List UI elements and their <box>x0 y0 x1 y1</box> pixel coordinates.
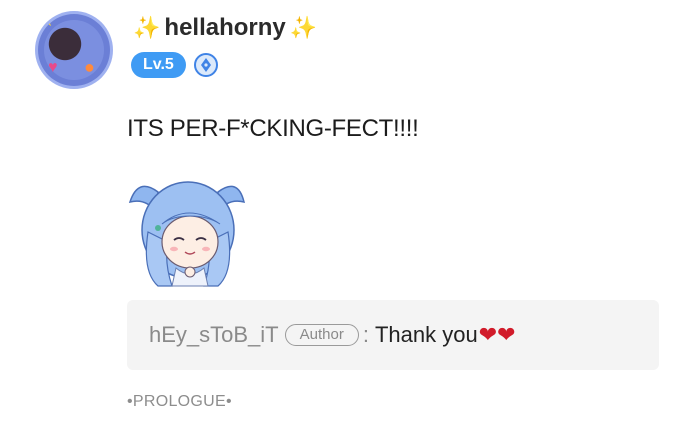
pen-nib-icon-shape <box>200 58 211 72</box>
author-reply[interactable]: hEy_sToB_iT Author : Thank you ❤❤ <box>127 300 659 370</box>
reply-separator: : <box>362 322 369 347</box>
pen-nib-icon[interactable] <box>193 53 218 77</box>
sparkle-icon: ✨ <box>133 15 161 40</box>
heart-icon: ❤❤ <box>478 322 516 347</box>
anime-mermaid-girl-sticker <box>128 181 246 287</box>
reply-username[interactable]: hEy_sToB_iT <box>149 322 279 348</box>
reply-text: Thank you <box>374 322 478 347</box>
balloon-icon: ● <box>84 57 95 77</box>
author-tag: Author <box>284 324 359 346</box>
user-badges: Lv.5 <box>131 52 218 78</box>
username[interactable]: hellahorny <box>164 14 285 42</box>
ribbon-icon: ♥ <box>48 59 58 76</box>
username-row[interactable]: ✨ hellahorny ✨ <box>133 14 317 42</box>
star-icon: ★ <box>40 14 55 30</box>
comment-text: ITS PER-F*CKING-FECT!!!! <box>127 115 419 142</box>
user-avatar[interactable]: ★ ● ♥ <box>38 14 110 86</box>
topic-label[interactable]: •PROLOGUE• <box>127 393 232 411</box>
level-badge[interactable]: Lv.5 <box>131 52 186 78</box>
sparkle-icon: ✨ <box>289 15 318 40</box>
